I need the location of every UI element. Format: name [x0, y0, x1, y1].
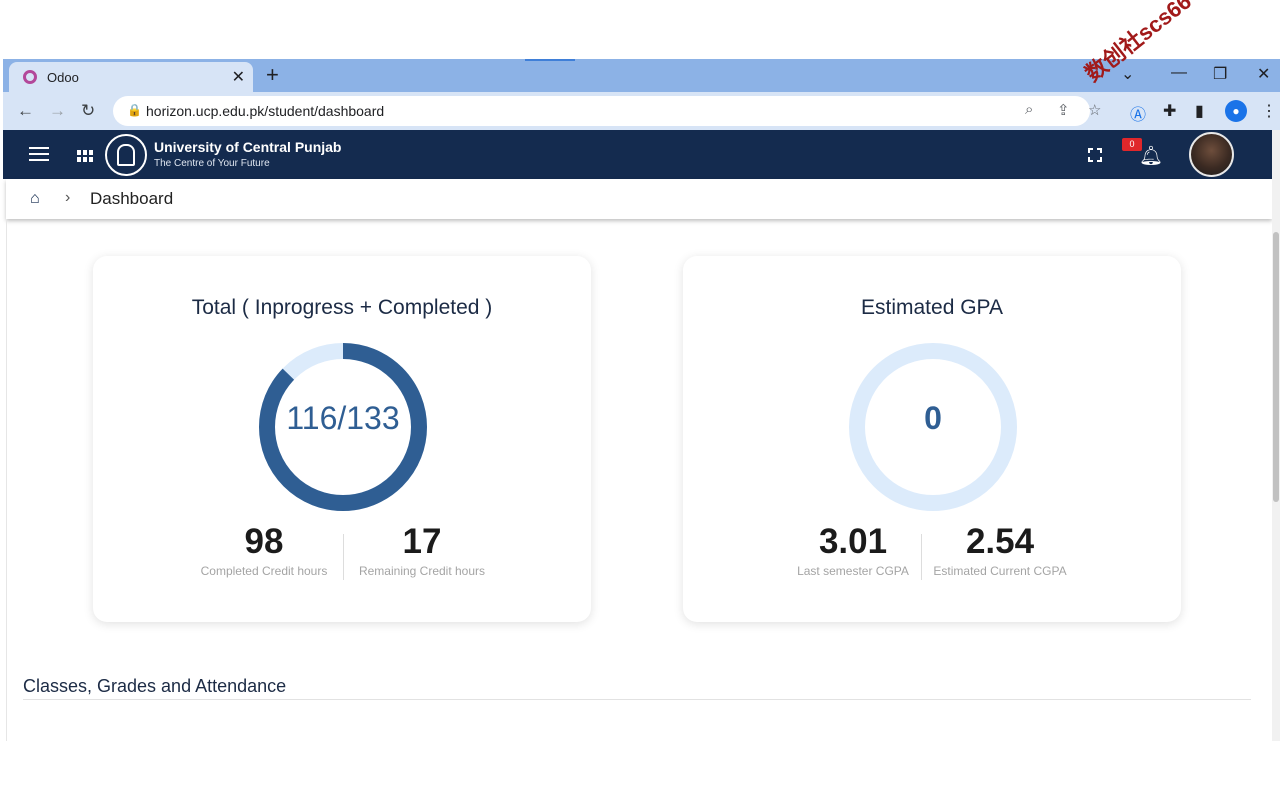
chevron-right-icon: ›: [65, 189, 71, 206]
last-semester-cgpa-value: 3.01: [818, 522, 888, 561]
university-tagline: The Centre of Your Future: [154, 158, 270, 169]
bell-icon[interactable]: 🔔︎: [1139, 144, 1163, 168]
reload-icon[interactable]: ↻: [81, 101, 95, 121]
remaining-credits-value: 17: [402, 522, 442, 561]
scrollbar-thumb[interactable]: [1273, 232, 1279, 502]
translate-extension-icon[interactable]: Ⓐ: [1130, 101, 1146, 125]
last-semester-cgpa-label: Last semester CGPA: [797, 564, 909, 578]
address-bar[interactable]: 🔒 horizon.ucp.edu.pk/student/dashboard ⌕…: [113, 96, 1101, 126]
zoom-search-icon[interactable]: ⌕: [1025, 101, 1033, 118]
breadcrumb-current[interactable]: Dashboard: [90, 189, 173, 209]
restore-icon[interactable]: ❐: [1213, 64, 1227, 84]
fullscreen-icon[interactable]: [1088, 148, 1102, 162]
odoo-favicon-icon: [23, 70, 37, 84]
estimated-current-cgpa-stat: 2.54 Estimated Current CGPA: [929, 522, 1071, 578]
gpa-ring: 0: [848, 342, 1018, 512]
new-tab-button[interactable]: +: [266, 62, 279, 88]
user-avatar[interactable]: [1189, 132, 1234, 177]
side-panel-icon[interactable]: ▮: [1195, 101, 1204, 121]
apps-grid-icon[interactable]: [77, 150, 93, 162]
ucp-logo[interactable]: [105, 134, 147, 176]
browser-tab[interactable]: Odoo ✕: [9, 62, 253, 92]
bookmark-star-icon[interactable]: ☆: [1088, 101, 1101, 119]
browser-menu-icon[interactable]: ⋮: [1261, 101, 1277, 121]
minimize-icon[interactable]: —: [1171, 64, 1187, 82]
remaining-credits-label: Remaining Credit hours: [358, 564, 486, 578]
classes-section-title: Classes, Grades and Attendance: [23, 676, 287, 696]
forward-arrow-icon[interactable]: →: [49, 101, 66, 121]
completed-credits-label: Completed Credit hours: [200, 564, 328, 578]
stat-divider: [921, 534, 922, 580]
app-header: University of Central Punjab The Centre …: [3, 130, 1273, 179]
profile-icon[interactable]: ●: [1225, 100, 1247, 122]
last-semester-cgpa-stat: 3.01 Last semester CGPA: [791, 522, 915, 578]
credit-ring-label: 116/133: [286, 400, 400, 436]
credit-progress-ring: 116/133: [258, 342, 428, 512]
tab-close-icon[interactable]: ✕: [232, 67, 245, 87]
window-close-icon[interactable]: ✕: [1257, 64, 1270, 84]
remaining-credits-stat: 17 Remaining Credit hours: [355, 522, 489, 578]
estimated-current-cgpa-value: 2.54: [965, 522, 1035, 561]
gpa-ring-label: 0: [924, 400, 942, 436]
estimated-current-cgpa-label: Estimated Current CGPA: [933, 564, 1067, 578]
extensions-puzzle-icon[interactable]: ✚: [1163, 101, 1176, 121]
home-icon[interactable]: ⌂: [30, 190, 40, 208]
tab-title: Odoo: [47, 70, 79, 85]
stat-divider: [343, 534, 344, 580]
section-divider: [23, 699, 1251, 700]
hamburger-menu-icon[interactable]: [29, 147, 49, 162]
share-icon[interactable]: ⇪: [1057, 101, 1070, 119]
browser-toolbar: ← → ↻ 🔒 horizon.ucp.edu.pk/student/dashb…: [3, 92, 1280, 130]
tab-strip-accent: [525, 59, 575, 61]
lock-icon[interactable]: 🔒: [127, 103, 142, 117]
back-arrow-icon[interactable]: ←: [17, 101, 34, 121]
breadcrumb: ⌂ › Dashboard: [6, 179, 1272, 219]
completed-credits-value: 98: [244, 522, 284, 561]
credit-hours-card-title: Total ( Inprogress + Completed ): [191, 296, 493, 319]
estimated-gpa-card-title: Estimated GPA: [861, 296, 1003, 319]
university-name: University of Central Punjab: [154, 139, 342, 155]
credit-hours-card: Total ( Inprogress + Completed ) 116/133…: [93, 256, 591, 622]
url-text[interactable]: horizon.ucp.edu.pk/student/dashboard: [146, 103, 384, 119]
estimated-gpa-card: Estimated GPA 0 3.01 Last semester CGPA …: [683, 256, 1181, 622]
completed-credits-stat: 98 Completed Credit hours: [193, 522, 335, 578]
page-left-border: [6, 219, 7, 741]
